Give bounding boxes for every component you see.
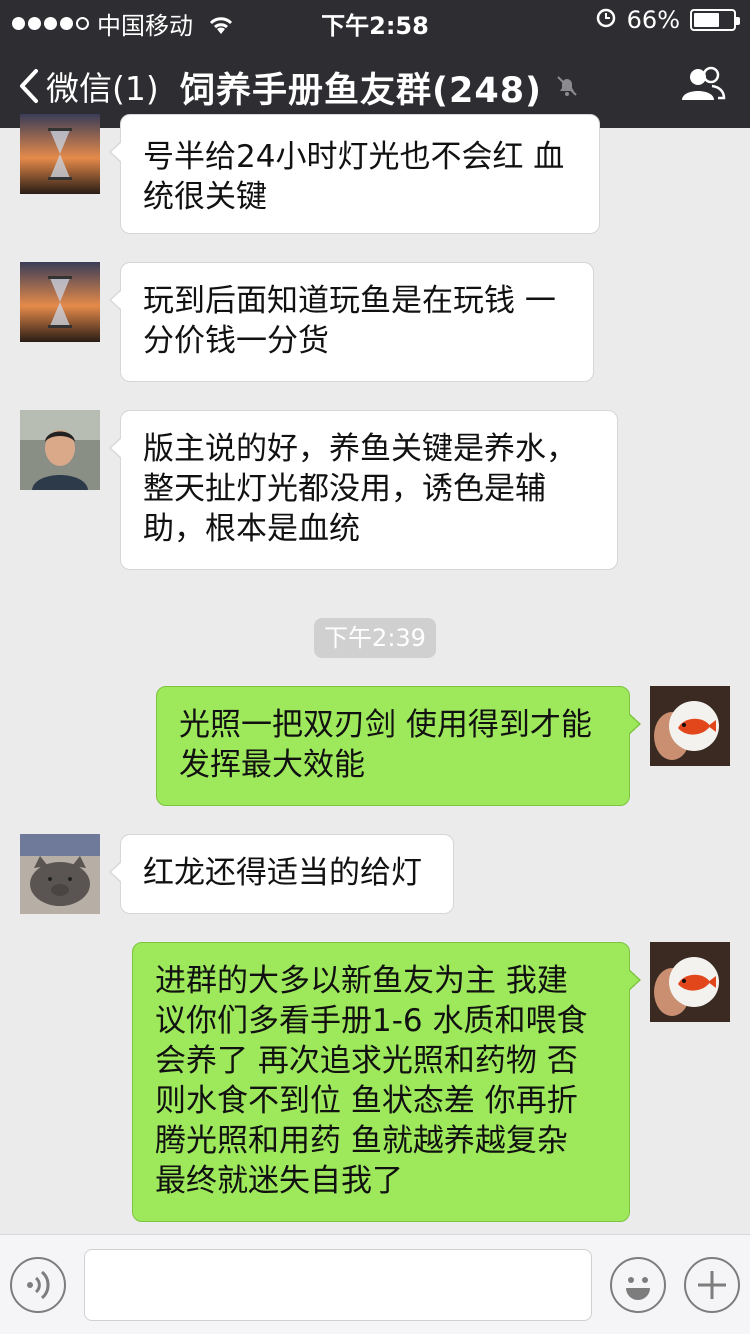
group-members-button[interactable] xyxy=(678,66,726,106)
chat-title: 饲养手册鱼友群(248) xyxy=(180,71,543,111)
chevron-left-icon xyxy=(20,69,38,103)
top-bar: 中国移动 下午2:58 66% 微信(1) 饲养手册鱼友群(248) xyxy=(0,0,750,128)
avatar-self[interactable] xyxy=(650,942,730,1022)
emoji-icon xyxy=(626,1277,650,1300)
voice-button[interactable] xyxy=(10,1257,66,1313)
chat-timestamp: 下午2:39 xyxy=(314,618,436,658)
avatar-hourglass[interactable] xyxy=(20,114,100,194)
alarm-icon xyxy=(595,6,617,34)
avatar-clay-pig[interactable] xyxy=(20,834,100,914)
message-bubble[interactable]: 进群的大多以新鱼友为主 我建 议你们多看手册1-6 水质和喂食 会养了 再次追求… xyxy=(132,942,641,1222)
chat-title-group: 饲养手册鱼友群(248) xyxy=(180,62,580,113)
more-button[interactable] xyxy=(684,1257,740,1313)
voice-icon xyxy=(27,1270,50,1300)
plus-icon xyxy=(698,1271,726,1299)
back-label: 微信(1) xyxy=(46,69,159,108)
message-bubble[interactable]: 版主说的好，养鱼关键是养水， 整天扯灯光都没用，诱色是辅 助，根本是血统 xyxy=(109,410,618,570)
status-bar: 中国移动 下午2:58 66% xyxy=(0,0,750,40)
avatar-self[interactable] xyxy=(650,686,730,766)
avatar-hourglass[interactable] xyxy=(20,262,100,342)
message-bubble[interactable]: 玩到后面知道玩鱼是在玩钱 一 分价钱一分货 xyxy=(109,262,594,382)
mute-bell-icon xyxy=(554,73,580,103)
avatar-man[interactable] xyxy=(20,410,100,490)
input-bar xyxy=(0,1234,750,1334)
status-right: 66% xyxy=(595,6,740,34)
back-button[interactable]: 微信(1) xyxy=(18,62,159,110)
emoji-button[interactable] xyxy=(610,1257,666,1313)
group-members-icon xyxy=(682,66,726,100)
message-input[interactable] xyxy=(84,1249,592,1321)
battery-icon xyxy=(690,9,740,31)
message-bubble[interactable]: 红龙还得适当的给灯 xyxy=(109,834,454,914)
battery-percent: 66% xyxy=(626,6,680,34)
message-bubble[interactable]: 号半给24小时灯光也不会红 血 统很关键 xyxy=(109,114,600,234)
message-bubble[interactable]: 光照一把双刃剑 使用得到才能 发挥最大效能 xyxy=(156,686,641,806)
